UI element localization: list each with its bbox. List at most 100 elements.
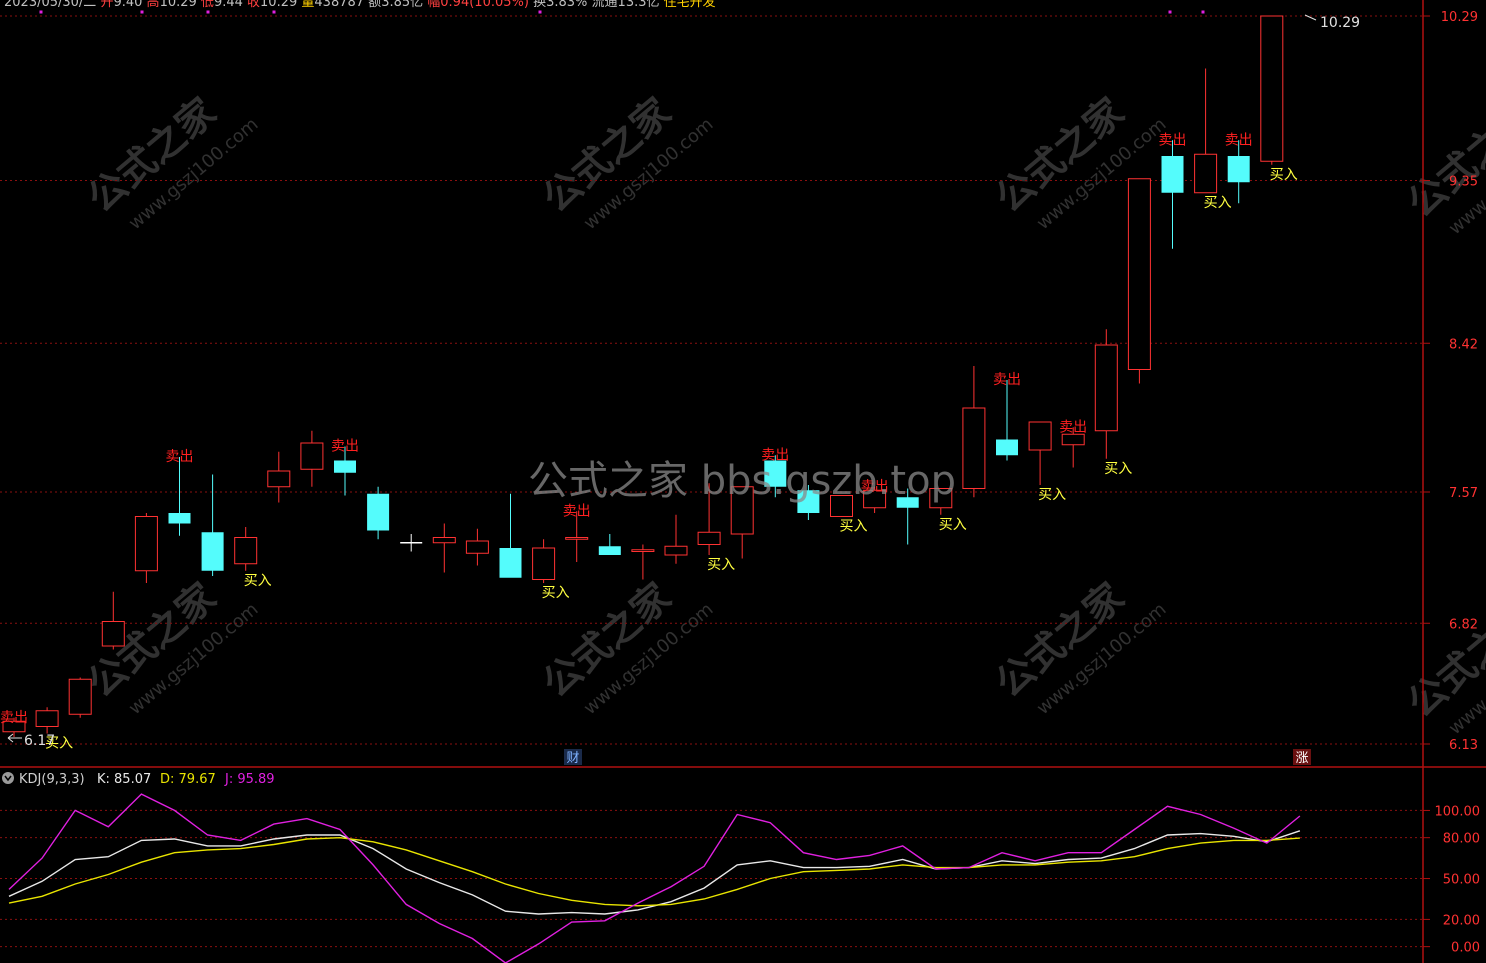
price-tick-label: 9.35 bbox=[1449, 175, 1478, 190]
candle bbox=[598, 534, 621, 555]
header-segment: 9.44 bbox=[214, 0, 247, 10]
sell-signal-label: 卖出 bbox=[1059, 419, 1087, 435]
watermark-tile: 公式之家www.gszj100.com bbox=[534, 574, 717, 719]
top-dot-marker bbox=[140, 10, 144, 14]
cai-marker[interactable]: 财 bbox=[566, 751, 579, 766]
sell-signal-label: 卖出 bbox=[166, 449, 194, 465]
candle-body-up bbox=[631, 549, 655, 552]
kdj-menu-icon[interactable] bbox=[2, 772, 14, 784]
header-segment: 幅 bbox=[427, 0, 440, 10]
header-segment: 10.29 bbox=[160, 0, 201, 10]
sell-signal-label: 卖出 bbox=[563, 503, 591, 519]
candle-body-up bbox=[300, 442, 324, 470]
candle-body-up bbox=[697, 531, 721, 545]
header-segment: 额 bbox=[368, 0, 381, 10]
candle bbox=[1094, 329, 1118, 459]
sell-signal-label: 卖出 bbox=[1159, 132, 1187, 148]
candle-body-down bbox=[1227, 156, 1250, 183]
kdj-tick-label: 100.00 bbox=[1435, 804, 1481, 819]
watermark-tile: 公式之家www.gszj100.com bbox=[1399, 94, 1486, 239]
candle-body-down bbox=[201, 532, 224, 571]
header-segment: 3.83% bbox=[546, 0, 591, 10]
candle-body-down bbox=[499, 548, 522, 578]
kdj-tick-label: 80.00 bbox=[1443, 832, 1480, 847]
candle-body-up bbox=[1094, 344, 1118, 432]
candle bbox=[300, 430, 324, 487]
header-segment: 13.3亿 bbox=[618, 0, 664, 10]
low-price-annotation: 6.17 bbox=[24, 733, 55, 749]
sell-signal-label: 卖出 bbox=[331, 439, 359, 455]
top-dot-marker bbox=[1201, 10, 1205, 14]
buy-signal-label: 买入 bbox=[1104, 461, 1132, 477]
candle-body-down bbox=[996, 439, 1018, 456]
candle bbox=[35, 707, 59, 734]
candle-body-up bbox=[68, 678, 92, 715]
candle bbox=[168, 457, 191, 536]
candle bbox=[234, 527, 258, 571]
watermark-tile: 公式之家www.gszj100.com bbox=[79, 89, 262, 234]
kdj-tick-label: 50.00 bbox=[1443, 873, 1480, 888]
buy-signal-label: 买入 bbox=[1204, 195, 1232, 211]
header-segment: 开 bbox=[100, 0, 113, 10]
candle bbox=[1028, 421, 1052, 485]
candle bbox=[962, 366, 986, 498]
kdj-d-value: D: 79.67 bbox=[160, 772, 216, 787]
buy-signal-label: 买入 bbox=[244, 573, 272, 589]
header-segment: 2023/05/30/二 bbox=[4, 0, 100, 10]
header-segment: 住宅开发 bbox=[664, 0, 716, 10]
candle-body-up bbox=[267, 470, 291, 488]
kdj-tick-label: 0.00 bbox=[1451, 941, 1480, 956]
watermark-tile: 公式之家www.gszj100.com bbox=[534, 89, 717, 234]
buy-signal-label: 买入 bbox=[840, 519, 868, 535]
price-tick-label: 10.29 bbox=[1441, 10, 1478, 25]
candle-body-down bbox=[168, 513, 191, 524]
zhang-marker[interactable]: 涨 bbox=[1295, 751, 1308, 766]
candle bbox=[996, 380, 1018, 461]
high-price-annotation: 10.29 bbox=[1320, 15, 1360, 31]
kdj-k-value: K: 85.07 bbox=[97, 772, 151, 787]
sell-signal-label: 卖出 bbox=[993, 372, 1021, 388]
header-segment: 量 bbox=[301, 0, 314, 10]
candle-body-up bbox=[1194, 153, 1218, 194]
candle bbox=[134, 513, 158, 583]
buy-signal-label: 买入 bbox=[707, 557, 735, 573]
candle-body-up bbox=[35, 710, 59, 727]
header-segment: 438787 bbox=[314, 0, 368, 10]
candle-body-up bbox=[1028, 421, 1052, 451]
kdj-tick-label: 20.00 bbox=[1443, 913, 1480, 928]
candle-body-up bbox=[664, 545, 688, 556]
center-watermark: 公式之家 bbs.gszb.top bbox=[528, 458, 956, 504]
header-segment: 0.94(10.05%) bbox=[440, 0, 533, 10]
watermark-tile: 公式之家www.gszj100.com bbox=[987, 574, 1170, 719]
buy-signal-label: 买入 bbox=[1038, 487, 1066, 503]
candle-body-down bbox=[334, 460, 356, 473]
header-segment: 换 bbox=[533, 0, 546, 10]
candle bbox=[1194, 68, 1218, 194]
sell-signal-label: 卖出 bbox=[0, 710, 28, 726]
candle-body-down bbox=[1161, 156, 1184, 193]
candle bbox=[68, 677, 92, 718]
kdj-line-k bbox=[8, 830, 1301, 915]
sell-signal-label: 卖出 bbox=[1225, 132, 1253, 148]
stock-chart[interactable]: 公式之家www.gszj100.com 公式之家www.gszj100.com 公式… bbox=[0, 0, 1486, 963]
candle bbox=[432, 523, 456, 573]
top-dot-marker bbox=[272, 10, 276, 14]
price-tick-label: 8.42 bbox=[1449, 337, 1478, 352]
price-tick-label: 6.82 bbox=[1449, 617, 1478, 632]
candle-body-down bbox=[367, 493, 390, 531]
candle-body-up bbox=[134, 516, 158, 572]
candle-body-up bbox=[1260, 15, 1284, 162]
candle bbox=[1260, 15, 1284, 165]
candle-body-up bbox=[432, 537, 456, 544]
kdj-j-value: J: 95.89 bbox=[224, 772, 275, 787]
top-dot-marker bbox=[538, 10, 542, 14]
stock-info-header: 2023/05/30/二 开9.40 高10.29 低9.44 收10.29 量… bbox=[4, 0, 716, 10]
candle-body-up bbox=[962, 407, 986, 489]
header-segment: 10.29 bbox=[260, 0, 301, 10]
price-tick-label: 6.13 bbox=[1449, 738, 1478, 753]
candle-body-down bbox=[598, 546, 621, 555]
header-segment: 9.40 bbox=[113, 0, 146, 10]
candle-body-up bbox=[532, 547, 556, 580]
candle-body-up bbox=[1061, 433, 1085, 446]
candle bbox=[532, 539, 556, 583]
